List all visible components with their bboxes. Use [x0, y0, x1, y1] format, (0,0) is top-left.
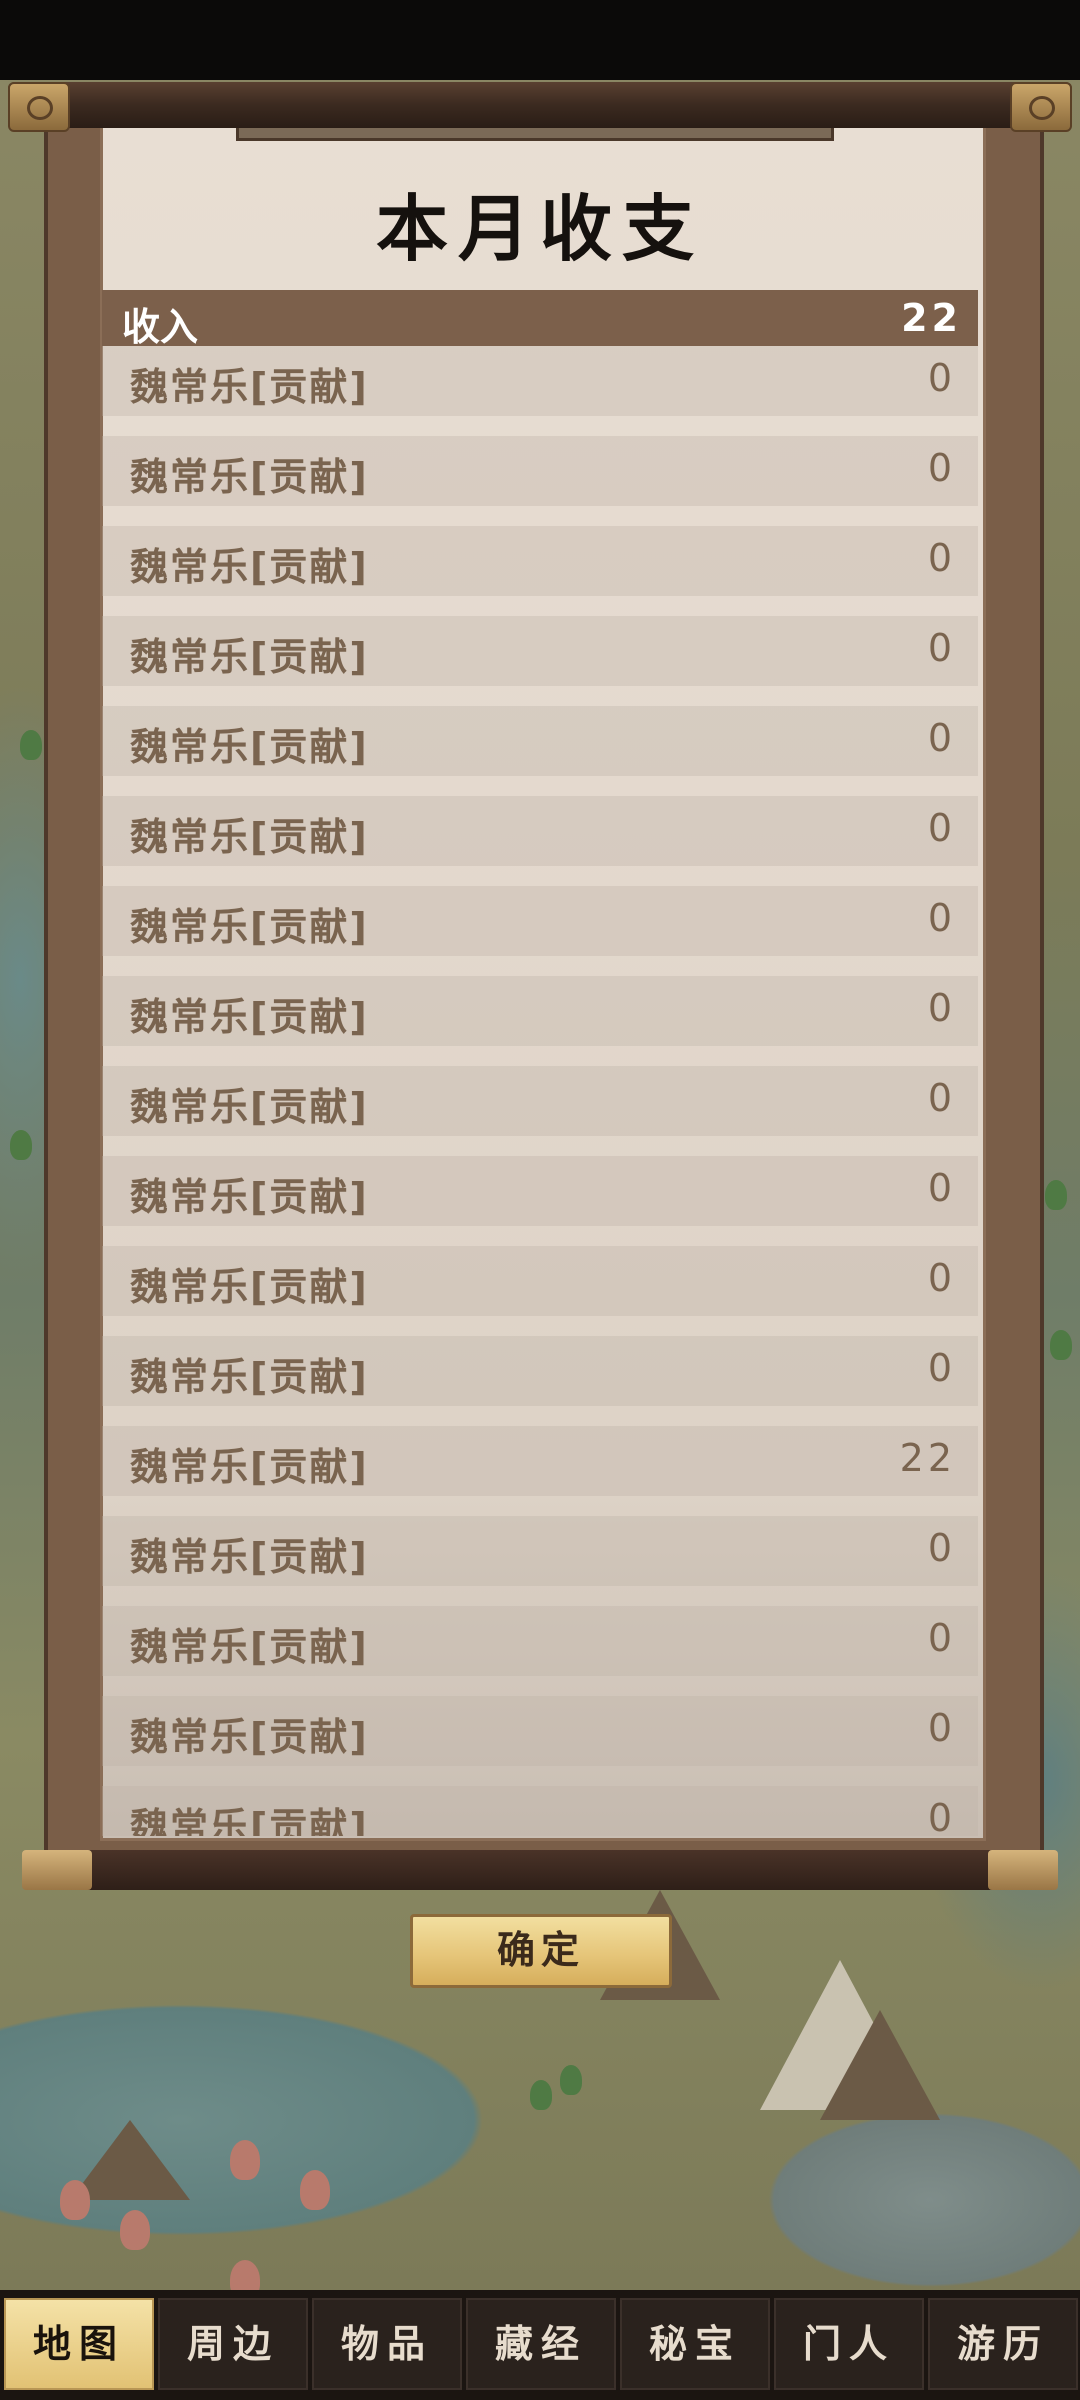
row-name: 魏常乐[贡献] [130, 995, 369, 1039]
tree-decoration [300, 2170, 330, 2210]
list-item: 魏常乐[贡献] 0 [102, 1066, 978, 1136]
row-amount: 0 [927, 896, 956, 940]
tree-decoration [530, 2080, 552, 2110]
scroll-bottom-rod [22, 1850, 1058, 1890]
list-item: 魏常乐[贡献] 0 [102, 886, 978, 956]
list-item: 魏常乐[贡献] 0 [102, 706, 978, 776]
list-item: 魏常乐[贡献] 0 [102, 346, 978, 416]
list-item: 魏常乐[贡献] 0 [102, 1336, 978, 1406]
tree-decoration [560, 2065, 582, 2095]
list-item: 魏常乐[贡献] 0 [102, 526, 978, 596]
row-name: 魏常乐[贡献] [130, 1175, 369, 1219]
row-amount: 22 [899, 1436, 956, 1480]
row-name: 魏常乐[贡献] [130, 1535, 369, 1579]
nav-tab-disciples[interactable]: 门人 [774, 2298, 924, 2390]
dialog-title: 本月收支 [375, 186, 704, 271]
rod-cap-right [1010, 82, 1072, 132]
list-item: 魏常乐[贡献] 0 [102, 1516, 978, 1586]
row-amount: 0 [927, 1616, 956, 1660]
row-name: 魏常乐[贡献] [130, 725, 369, 769]
row-amount: 0 [927, 1706, 956, 1750]
row-amount: 0 [927, 356, 956, 400]
income-label: 收入 [122, 305, 199, 349]
row-name: 魏常乐[贡献] [130, 815, 369, 859]
row-amount: 0 [927, 536, 956, 580]
tree-decoration [10, 1130, 32, 1160]
row-name: 魏常乐[贡献] [130, 1445, 369, 1489]
rod-cap-left [8, 82, 70, 132]
row-name: 魏常乐[贡献] [130, 1805, 369, 1836]
list-item: 魏常乐[贡献] 0 [102, 436, 978, 506]
row-name: 魏常乐[贡献] [130, 1085, 369, 1129]
row-amount: 0 [927, 1256, 956, 1300]
mountain-decoration [820, 2010, 940, 2120]
row-name: 魏常乐[贡献] [130, 455, 369, 499]
nav-tab-items[interactable]: 物品 [312, 2298, 462, 2390]
row-name: 魏常乐[贡献] [130, 1355, 369, 1399]
nav-tab-travel[interactable]: 游历 [928, 2298, 1078, 2390]
row-name: 魏常乐[贡献] [130, 905, 369, 949]
row-amount: 0 [927, 806, 956, 850]
tree-decoration [120, 2210, 150, 2250]
row-amount: 0 [927, 446, 956, 490]
row-name: 魏常乐[贡献] [130, 1265, 369, 1309]
row-amount: 0 [927, 1526, 956, 1570]
row-name: 魏常乐[贡献] [130, 635, 369, 679]
tree-decoration [20, 730, 42, 760]
tree-decoration [230, 2140, 260, 2180]
row-amount: 0 [927, 626, 956, 670]
row-amount: 0 [927, 1166, 956, 1210]
row-name: 魏常乐[贡献] [130, 365, 369, 409]
list-item: 魏常乐[贡献] 0 [102, 976, 978, 1046]
rod-end-right [988, 1850, 1058, 1890]
tree-decoration [1050, 1330, 1072, 1360]
list-item: 魏常乐[贡献] 0 [102, 616, 978, 686]
row-amount: 0 [927, 1796, 956, 1836]
tree-decoration [60, 2180, 90, 2220]
list-item: 魏常乐[贡献] 0 [102, 1156, 978, 1226]
row-amount: 0 [927, 986, 956, 1030]
rod-end-left [22, 1850, 92, 1890]
nav-tab-map[interactable]: 地图 [4, 2298, 154, 2390]
list-item: 魏常乐[贡献] 0 [102, 1786, 978, 1836]
list-item: 魏常乐[贡献] 0 [102, 796, 978, 866]
nav-tab-treasures[interactable]: 秘宝 [620, 2298, 770, 2390]
bottom-nav: 地图 周边 物品 藏经 秘宝 门人 游历 [0, 2290, 1080, 2400]
income-header: 收入 22 [102, 290, 978, 349]
nav-tab-surroundings[interactable]: 周边 [158, 2298, 308, 2390]
row-name: 魏常乐[贡献] [130, 1715, 369, 1759]
income-total: 22 [901, 296, 962, 340]
list-item: 魏常乐[贡献] 0 [102, 1246, 978, 1316]
list-item: 魏常乐[贡献] 0 [102, 1606, 978, 1676]
row-amount: 0 [927, 716, 956, 760]
scroll-top-rod [8, 82, 1072, 132]
confirm-button[interactable]: 确定 [410, 1914, 672, 1988]
mountain-decoration [70, 2120, 190, 2200]
row-amount: 0 [927, 1346, 956, 1390]
nav-tab-scriptures[interactable]: 藏经 [466, 2298, 616, 2390]
list-item: 魏常乐[贡献] 22 [102, 1426, 978, 1496]
list-item: 魏常乐[贡献] 0 [102, 1696, 978, 1766]
income-list[interactable]: 魏常乐[贡献] 0 魏常乐[贡献] 0 魏常乐[贡献] 0 魏常乐[贡献] 0 魏常乐[… [102, 346, 978, 1836]
row-name: 魏常乐[贡献] [130, 1625, 369, 1669]
row-name: 魏常乐[贡献] [130, 545, 369, 589]
tree-decoration [1045, 1180, 1067, 1210]
row-amount: 0 [927, 1076, 956, 1120]
